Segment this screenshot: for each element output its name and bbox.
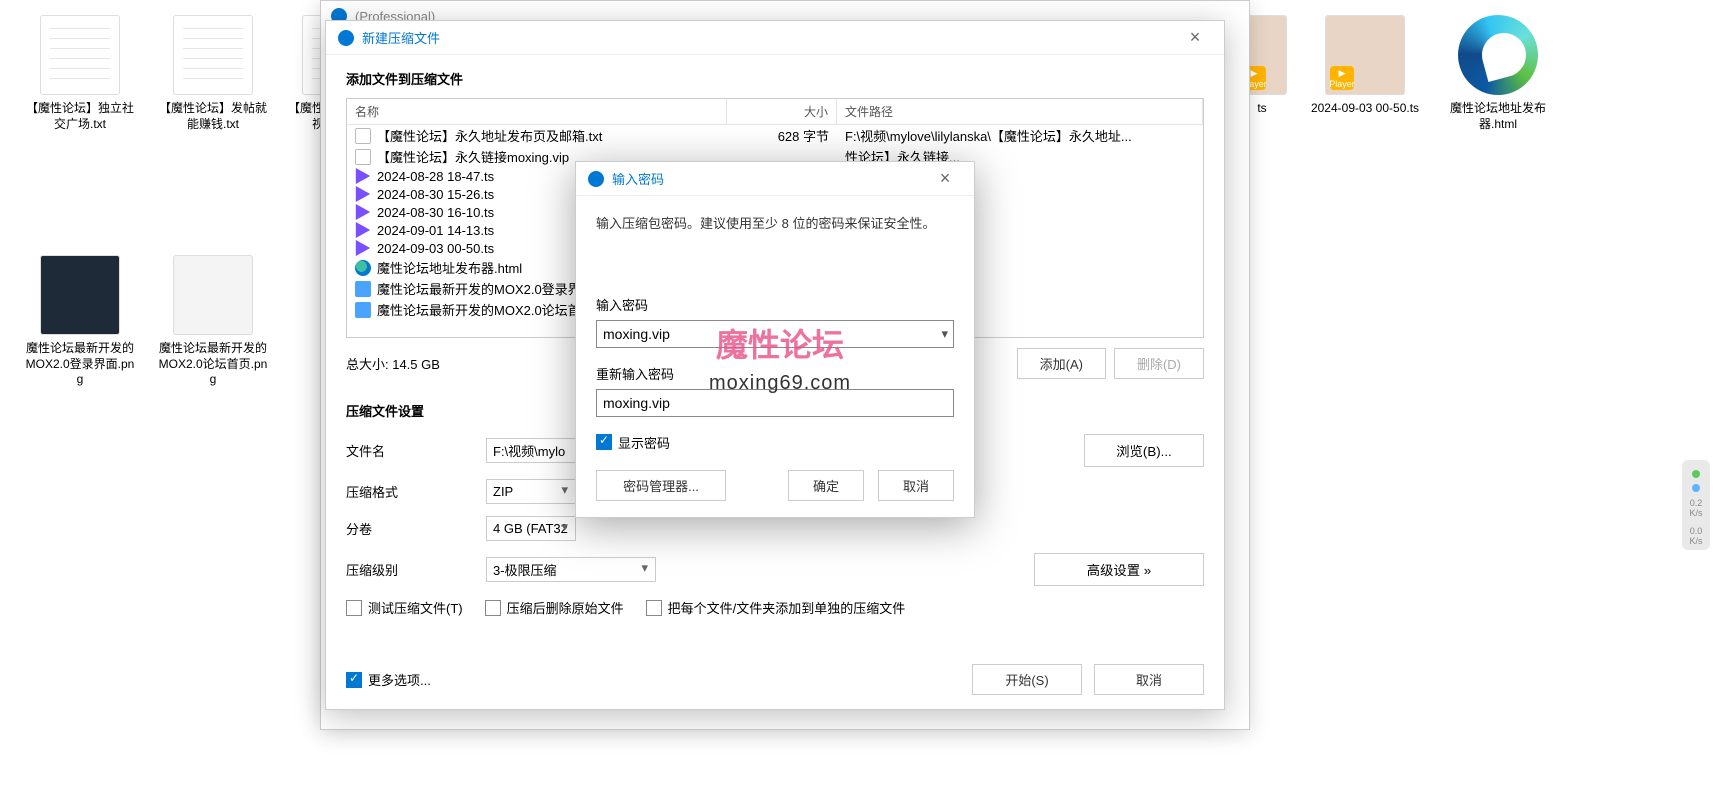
password-manager-button[interactable]: 密码管理器... [596,470,726,501]
start-button[interactable]: 开始(S) [972,664,1082,695]
status-dot-blue [1692,484,1700,492]
delete-button[interactable]: 删除(D) [1114,348,1204,379]
txt-icon [355,128,371,144]
password-dialog: 输入密码 × 输入压缩包密码。建议使用至少 8 位的密码来保证安全性。 输入密码… [575,161,975,518]
png-icon [355,302,371,318]
ts-icon [355,222,371,238]
browse-button[interactable]: 浏览(B)... [1084,434,1204,467]
desktop-icon-label: 2024-09-03 00-50.ts [1310,101,1420,117]
ts-icon [355,204,371,220]
ts-icon [355,240,371,256]
col-size[interactable]: 大小 [727,99,837,124]
desktop-icon[interactable]: 魔性论坛最新开发的MOX2.0论坛首页.png [158,255,268,388]
password-input[interactable] [596,320,954,348]
col-path[interactable]: 文件路径 [837,99,1203,124]
ok-button[interactable]: 确定 [788,470,864,501]
level-label: 压缩级别 [346,560,486,579]
desktop-icon-label: 魔性论坛地址发布器.html [1443,101,1553,132]
delete-after-checkbox[interactable]: 压缩后删除原始文件 [485,598,624,617]
col-name[interactable]: 名称 [347,99,727,124]
desktop-icon-label: 【魔性论坛】独立社交广场.txt [25,101,135,132]
file-icon [40,255,120,335]
filename-input[interactable] [486,438,576,463]
level-select[interactable] [486,557,656,582]
total-size: 总大小: 14.5 GB [346,354,440,373]
advanced-button[interactable]: 高级设置 » [1034,553,1204,586]
separate-archives-checkbox[interactable]: 把每个文件/文件夹添加到单独的压缩文件 [646,598,906,617]
desktop-icon-label: 魔性论坛最新开发的MOX2.0论坛首页.png [158,341,268,388]
close-icon[interactable]: × [1178,27,1212,48]
ts-icon [355,168,371,184]
play-icon: ▶Player [1330,66,1354,90]
edge-icon [1458,15,1538,95]
format-label: 压缩格式 [346,482,486,501]
txt-icon [355,149,371,165]
network-gadget[interactable]: 0.2 K/s 0.0 K/s [1682,460,1710,550]
password-confirm-input[interactable] [596,389,954,417]
desktop-icon-label: 魔性论坛最新开发的MOX2.0登录界面.png [25,341,135,388]
desktop-icon-label: 【魔性论坛】发帖就能赚钱.txt [158,101,268,132]
show-password-checkbox[interactable]: 显示密码 [596,433,954,452]
password-hint: 输入压缩包密码。建议使用至少 8 位的密码来保证安全性。 [596,214,954,235]
chevron-down-icon[interactable]: ▾ [941,326,948,342]
dialog-icon [338,30,354,46]
split-select[interactable] [486,516,576,541]
test-archive-checkbox[interactable]: 测试压缩文件(T) [346,598,463,617]
status-dot-green [1692,470,1700,478]
enter-password-label: 输入密码 [596,295,954,314]
desktop-icon[interactable]: 魔性论坛最新开发的MOX2.0登录界面.png [25,255,135,388]
cancel-button[interactable]: 取消 [1094,664,1204,695]
dialog-icon [588,171,604,187]
desktop-icon[interactable]: 【魔性论坛】独立社交广场.txt [25,15,135,132]
html-icon [355,260,371,276]
file-icon [173,255,253,335]
add-files-header: 添加文件到压缩文件 [346,69,1204,88]
add-button[interactable]: 添加(A) [1017,348,1106,379]
filename-label: 文件名 [346,441,486,460]
file-icon [173,15,253,95]
ts-icon [355,186,371,202]
dialog-title: 新建压缩文件 [362,28,1178,47]
desktop-icon[interactable]: 魔性论坛地址发布器.html [1443,15,1553,132]
table-row[interactable]: 【魔性论坛】永久地址发布页及邮箱.txt628 字节F:\视频\mylove\l… [347,125,1203,146]
desktop-icon[interactable]: ▶Player 2024-09-03 00-50.ts [1310,15,1420,117]
format-select[interactable] [486,479,576,504]
cancel-button[interactable]: 取消 [878,470,954,501]
more-options-checkbox[interactable]: 更多选项... [346,670,431,689]
reenter-password-label: 重新输入密码 [596,364,954,383]
close-icon[interactable]: × [928,168,962,189]
png-icon [355,281,371,297]
split-label: 分卷 [346,519,486,538]
password-dialog-title: 输入密码 [612,169,928,188]
file-icon [40,15,120,95]
desktop-icon[interactable]: 【魔性论坛】发帖就能赚钱.txt [158,15,268,132]
